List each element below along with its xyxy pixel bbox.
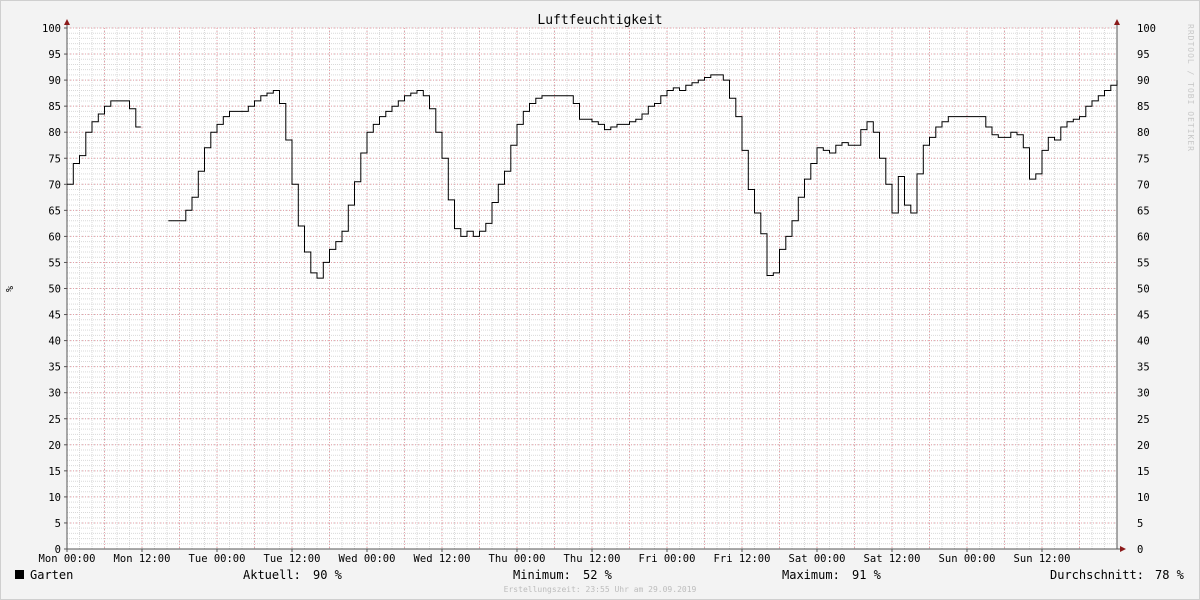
y-tick-label-left: 50 [48,284,61,296]
y-tick-label-right: 70 [1137,179,1150,191]
y-axis-arrow-right [1114,19,1120,25]
x-tick-label: Thu 00:00 [489,553,546,565]
y-tick-label-right: 10 [1137,492,1150,504]
y-tick-label-left: 5 [55,518,61,530]
y-tick-label-right: 60 [1137,231,1150,243]
x-tick-label: Sat 12:00 [864,553,921,565]
legend-min-value: 52 % [583,568,612,582]
y-tick-label-right: 30 [1137,388,1150,400]
x-tick-label: Sat 00:00 [789,553,846,565]
x-tick-label: Fri 12:00 [714,553,771,565]
y-tick-label-right: 90 [1137,75,1150,87]
legend-max-label: Maximum: [782,568,840,582]
y-tick-label-right: 40 [1137,336,1150,348]
legend-current-value: 90 % [313,568,342,582]
y-tick-label-right: 75 [1137,153,1150,165]
y-tick-label-left: 60 [48,231,61,243]
y-tick-label-left: 25 [48,414,61,426]
legend-min-label: Minimum: [513,568,571,582]
y-tick-label-left: 80 [48,127,61,139]
legend-current-label: Aktuell: [243,568,301,582]
x-tick-label: Sun 12:00 [1014,553,1071,565]
y-tick-label-left: 15 [48,466,61,478]
y-tick-label-right: 100 [1137,23,1156,35]
x-tick-label: Tue 12:00 [264,553,321,565]
y-tick-label-right: 20 [1137,440,1150,452]
x-axis-arrow [1120,546,1126,552]
y-tick-label-left: 70 [48,179,61,191]
y-tick-label-right: 85 [1137,101,1150,113]
y-tick-label-right: 55 [1137,257,1150,269]
legend-series-name: Garten [30,568,74,582]
legend-avg-label: Durchschnitt: [1050,568,1144,582]
y-tick-label-left: 10 [48,492,61,504]
y-tick-label-left: 20 [48,440,61,452]
y-tick-label-left: 30 [48,388,61,400]
y-tick-label-left: 90 [48,75,61,87]
x-tick-label: Sun 00:00 [939,553,996,565]
y-tick-label-left: 45 [48,310,61,322]
y-tick-label-right: 80 [1137,127,1150,139]
y-axis-arrow-left [64,19,70,25]
y-tick-label-left: 75 [48,153,61,165]
y-tick-label-right: 15 [1137,466,1150,478]
y-tick-label-right: 25 [1137,414,1150,426]
y-tick-label-right: 45 [1137,310,1150,322]
legend-swatch-garten [15,570,24,579]
x-tick-label: Wed 00:00 [339,553,396,565]
x-tick-label: Thu 12:00 [564,553,621,565]
y-tick-label-right: 95 [1137,49,1150,61]
y-tick-label-right: 5 [1137,518,1143,530]
y-tick-label-left: 55 [48,257,61,269]
y-tick-label-left: 65 [48,205,61,217]
humidity-chart: Luftfeuchtigkeit % 0 05 510 1015 1520 2025 253… [5,13,1156,565]
y-tick-label-left: 85 [48,101,61,113]
y-tick-label-right: 65 [1137,205,1150,217]
x-tick-label: Mon 00:00 [39,553,96,565]
x-tick-label: Tue 00:00 [189,553,246,565]
rrdtool-watermark: RRDTOOL / TOBI OETIKER [1186,24,1195,152]
x-tick-label: Mon 12:00 [114,553,171,565]
legend-avg-value: 78 % [1155,568,1184,582]
y-tick-label-left: 35 [48,362,61,374]
y-tick-label-left: 100 [42,23,61,35]
chart-title: Luftfeuchtigkeit [537,13,662,28]
y-tick-label-right: 0 [1137,544,1143,556]
creation-timestamp: Erstellungszeit: 23:55 Uhr am 29.09.2019 [503,585,697,594]
legend-max-value: 91 % [852,568,881,582]
y-tick-label-right: 50 [1137,284,1150,296]
y-tick-label-left: 40 [48,336,61,348]
y-tick-label-left: 95 [48,49,61,61]
x-tick-label: Fri 00:00 [639,553,696,565]
y-axis-label-left: % [5,286,16,292]
x-tick-label: Wed 12:00 [414,553,471,565]
y-tick-label-right: 35 [1137,362,1150,374]
